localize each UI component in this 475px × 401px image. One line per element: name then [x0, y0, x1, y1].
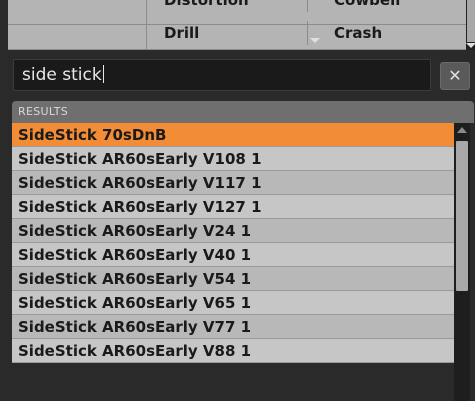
clear-search-button[interactable]: ✕	[440, 62, 470, 90]
chevron-up-icon[interactable]	[457, 127, 467, 133]
tag-item-distortion[interactable]: Distortion	[148, 0, 308, 12]
tag-item-cowbell[interactable]: Cowbell	[322, 0, 462, 12]
results-scrollbar[interactable]	[454, 123, 470, 401]
tag-scrollbar[interactable]	[466, 0, 475, 50]
result-item-selected[interactable]: SideStick 70sDnB	[12, 123, 454, 147]
tag-item-crash[interactable]: Crash	[322, 21, 462, 45]
result-item[interactable]: SideStick AR60sEarly V40 1	[12, 243, 454, 267]
search-input[interactable]: side stick	[13, 59, 431, 91]
result-item[interactable]: SideStick AR60sEarly V108 1	[12, 147, 454, 171]
grid-divider	[8, 49, 308, 50]
result-item[interactable]: SideStick AR60sEarly V117 1	[12, 171, 454, 195]
results-header: RESULTS	[12, 101, 474, 123]
chevron-down-icon[interactable]	[310, 38, 320, 43]
text-caret	[102, 65, 104, 83]
search-input-value: side stick	[22, 65, 102, 85]
result-item[interactable]: SideStick AR60sEarly V127 1	[12, 195, 454, 219]
tag-column-right: Cowbell Crash	[308, 0, 466, 50]
scrollbar-thumb[interactable]	[456, 141, 468, 291]
result-item[interactable]: SideStick AR60sEarly V77 1	[12, 315, 454, 339]
tag-column-left: Distortion Drill	[8, 0, 308, 50]
result-item[interactable]: SideStick AR60sEarly V24 1	[12, 219, 454, 243]
close-icon: ✕	[448, 66, 462, 85]
results-list: SideStick 70sDnB SideStick AR60sEarly V1…	[12, 123, 454, 363]
tag-filter-grid: Distortion Drill Cowbell Crash	[8, 0, 475, 50]
results-panel: RESULTS SideStick 70sDnB SideStick AR60s…	[12, 101, 475, 401]
tag-item-drill[interactable]: Drill	[148, 21, 308, 45]
chevron-down-icon[interactable]	[466, 43, 475, 48]
result-item[interactable]: SideStick AR60sEarly V88 1	[12, 339, 454, 363]
search-row: side stick ✕	[0, 55, 475, 95]
scrollbar-thumb[interactable]	[467, 0, 475, 42]
result-item[interactable]: SideStick AR60sEarly V65 1	[12, 291, 454, 315]
result-item[interactable]: SideStick AR60sEarly V54 1	[12, 267, 454, 291]
grid-divider	[308, 49, 466, 50]
grid-divider	[146, 0, 147, 50]
